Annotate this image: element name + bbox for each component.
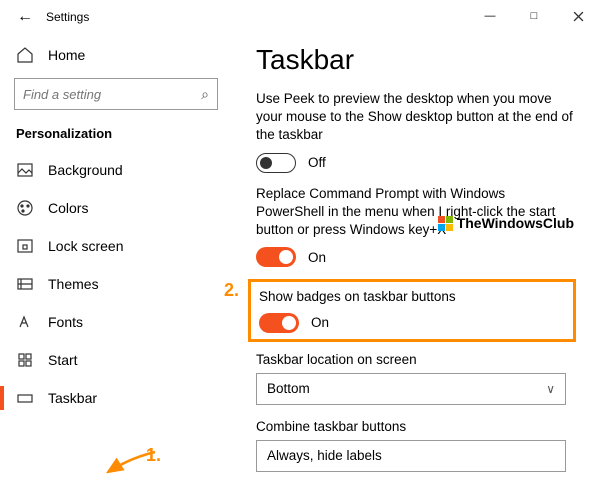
cmd-toggle[interactable] <box>256 247 296 267</box>
sidebar-item-fonts[interactable]: Fonts <box>0 303 232 341</box>
page-title: Taskbar <box>256 44 576 76</box>
location-value: Bottom <box>267 381 310 396</box>
themes-icon <box>16 275 34 293</box>
sidebar-item-start[interactable]: Start <box>0 341 232 379</box>
sidebar-item-label: Start <box>48 352 78 368</box>
sidebar-item-taskbar[interactable]: Taskbar <box>0 379 232 417</box>
search-box[interactable]: ⌕ <box>14 78 218 110</box>
sidebar-item-colors[interactable]: Colors <box>0 189 232 227</box>
sidebar-item-label: Taskbar <box>48 390 97 406</box>
sidebar-item-label: Themes <box>48 276 99 292</box>
badges-state: On <box>311 315 329 330</box>
main-content: Taskbar Use Peek to preview the desktop … <box>232 34 600 503</box>
search-icon: ⌕ <box>201 86 209 103</box>
minimize-button[interactable]: — <box>468 0 512 32</box>
fonts-icon <box>16 313 34 331</box>
start-icon <box>16 351 34 369</box>
back-button[interactable]: ← <box>10 8 40 26</box>
sidebar-item-lockscreen[interactable]: Lock screen <box>0 227 232 265</box>
home-label: Home <box>48 47 85 63</box>
chevron-down-icon: ∨ <box>546 382 555 396</box>
sidebar-item-label: Colors <box>48 200 88 216</box>
category-heading: Personalization <box>0 120 232 151</box>
search-input[interactable] <box>23 87 201 102</box>
palette-icon <box>16 199 34 217</box>
location-label: Taskbar location on screen <box>256 352 576 367</box>
sidebar-item-label: Fonts <box>48 314 83 330</box>
peek-state: Off <box>308 155 326 170</box>
close-button[interactable] <box>556 0 600 32</box>
peek-toggle[interactable] <box>256 153 296 173</box>
badges-description: Show badges on taskbar buttons <box>259 288 567 306</box>
sidebar-item-label: Lock screen <box>48 238 123 254</box>
maximize-button[interactable]: □ <box>512 0 556 32</box>
window-title: Settings <box>40 10 89 24</box>
peek-description: Use Peek to preview the desktop when you… <box>256 90 576 145</box>
lock-icon <box>16 237 34 255</box>
home-icon <box>16 46 34 64</box>
cmd-description: Replace Command Prompt with Windows Powe… <box>256 185 576 240</box>
combine-value: Always, hide labels <box>267 448 382 463</box>
sidebar-item-label: Background <box>48 162 123 178</box>
sidebar-item-background[interactable]: Background <box>0 151 232 189</box>
combine-label: Combine taskbar buttons <box>256 419 576 434</box>
badges-toggle[interactable] <box>259 313 299 333</box>
combine-select[interactable]: Always, hide labels <box>256 440 566 472</box>
caption-buttons: — □ <box>468 0 600 32</box>
highlighted-setting: Show badges on taskbar buttons On <box>248 279 576 341</box>
sidebar: Home ⌕ Personalization Background Colors… <box>0 34 232 503</box>
picture-icon <box>16 161 34 179</box>
sidebar-item-themes[interactable]: Themes <box>0 265 232 303</box>
home-button[interactable]: Home <box>0 36 232 74</box>
location-select[interactable]: Bottom ∨ <box>256 373 566 405</box>
cmd-state: On <box>308 250 326 265</box>
taskbar-icon <box>16 389 34 407</box>
